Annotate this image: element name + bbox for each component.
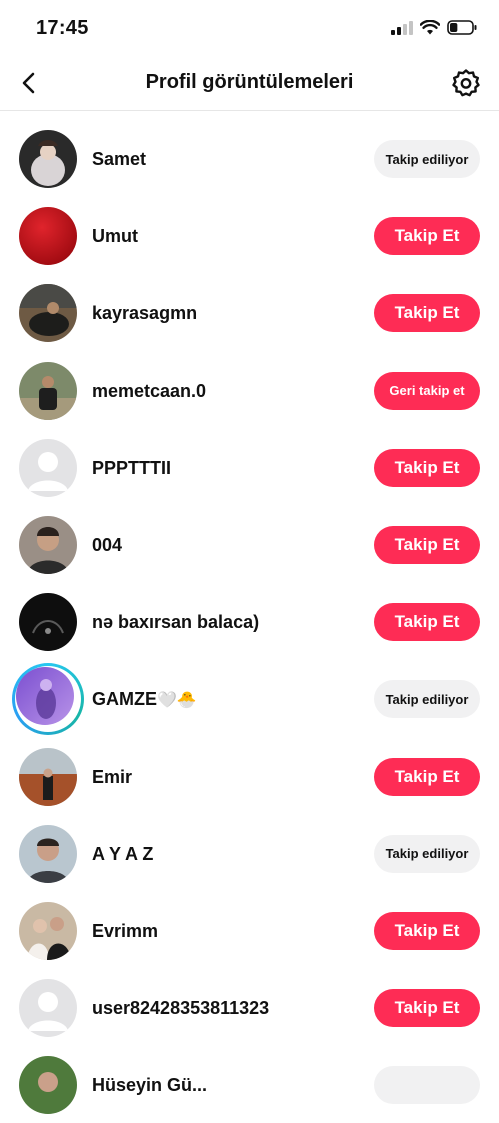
username-text: memetcaan.0 [92, 380, 207, 401]
username[interactable]: GAMZE🤍🐣 [92, 689, 197, 710]
username-text: user82428353811323 [92, 998, 270, 1019]
avatar[interactable] [19, 130, 77, 188]
username[interactable]: Umut [92, 226, 138, 247]
username-text: Hüseyin Gü... [92, 1075, 208, 1096]
username-text: Samet [92, 149, 147, 169]
status-icons [391, 20, 477, 35]
list-item[interactable]: Evrimm Takip Et [0, 892, 499, 969]
list-item[interactable]: Emir Takip Et [0, 738, 499, 815]
status-bar: 17:45 [0, 0, 499, 56]
settings-button[interactable] [451, 68, 481, 98]
avatar[interactable] [19, 515, 77, 574]
gear-icon [452, 69, 480, 97]
avatar[interactable] [19, 361, 77, 420]
following-button[interactable]: Takip ediliyor [374, 680, 480, 719]
follow-button[interactable]: Takip Et [374, 448, 480, 487]
username[interactable]: Emir [92, 767, 132, 788]
page-title: Profil görüntülemeleri [145, 71, 354, 93]
follow-button[interactable]: Takip Et [374, 911, 480, 950]
username[interactable]: PPPTTTII [92, 458, 171, 479]
list-item[interactable]: Umut Takip Et [0, 197, 499, 274]
username-text: kayrasagmn [92, 303, 198, 324]
avatar[interactable] [19, 1056, 77, 1115]
avatar[interactable] [19, 979, 77, 1038]
follow-button[interactable]: Takip Et [374, 757, 480, 796]
cellular-signal-icon [391, 20, 413, 35]
following-button[interactable] [374, 1066, 480, 1105]
username[interactable]: A Y A Z [92, 844, 153, 865]
list-item[interactable]: nə baxırsan balaca) Takip Et [0, 583, 499, 660]
username-text: nə baxırsan balaca) [92, 612, 260, 633]
list-item[interactable]: memetcaan.0 Geri takip et [0, 352, 499, 429]
nav-bar: Profil görüntülemeleri [0, 56, 499, 111]
list-item[interactable]: user82428353811323 Takip Et [0, 969, 499, 1046]
list-item[interactable]: Samet Takip ediliyor [0, 120, 499, 197]
follow-button[interactable]: Takip Et [374, 294, 480, 333]
username[interactable]: nə baxırsan balaca) [92, 612, 259, 633]
username-emoji: 🤍🐣 [157, 692, 197, 710]
story-ring[interactable] [12, 663, 84, 736]
following-button[interactable]: Takip ediliyor [374, 834, 480, 873]
username[interactable]: kayrasagmn [92, 303, 197, 324]
list-item[interactable]: kayrasagmn Takip Et [0, 274, 499, 351]
avatar[interactable] [19, 284, 77, 343]
username-text: Umut [92, 226, 138, 247]
list-item[interactable]: Hüseyin Gü... [0, 1046, 499, 1123]
username[interactable]: memetcaan.0 [92, 381, 206, 402]
avatar[interactable] [19, 207, 77, 266]
list-item[interactable]: PPPTTTII Takip Et [0, 429, 499, 506]
list-item[interactable]: GAMZE🤍🐣 Takip ediliyor [0, 660, 499, 737]
username-text: A Y A Z [92, 843, 154, 864]
avatar[interactable] [19, 901, 77, 960]
username[interactable]: Samet [92, 149, 146, 170]
username-text: GAMZE [92, 689, 157, 710]
avatar[interactable] [19, 438, 77, 497]
follow-button[interactable]: Takip Et [374, 217, 480, 256]
follow-back-button[interactable]: Geri takip et [374, 371, 480, 410]
username-text: Evrimm [92, 920, 159, 941]
battery-icon [447, 20, 477, 35]
follow-button[interactable]: Takip Et [374, 525, 480, 564]
avatar[interactable] [19, 747, 77, 806]
username[interactable]: user82428353811323 [92, 998, 269, 1019]
status-time: 17:45 [36, 17, 89, 39]
follow-button[interactable]: Takip Et [374, 603, 480, 642]
avatar[interactable] [19, 593, 77, 652]
username-text: Emir [92, 766, 133, 787]
follow-button[interactable]: Takip Et [374, 989, 480, 1028]
following-button[interactable]: Takip ediliyor [374, 140, 480, 178]
username-text: 004 [92, 534, 123, 555]
avatar[interactable] [19, 824, 77, 883]
username-text: PPPTTTII [92, 457, 172, 478]
username[interactable]: 004 [92, 535, 122, 556]
avatar[interactable] [16, 667, 74, 726]
list-item[interactable]: 004 Takip Et [0, 506, 499, 583]
list-item[interactable]: A Y A Z Takip ediliyor [0, 815, 499, 892]
username[interactable]: Hüseyin Gü... [92, 1075, 207, 1096]
profile-viewers-list: Samet Takip ediliyor Umut Takip Et kayrasagm… [0, 120, 499, 1123]
username[interactable]: Evrimm [92, 921, 158, 942]
wifi-icon [420, 20, 440, 35]
